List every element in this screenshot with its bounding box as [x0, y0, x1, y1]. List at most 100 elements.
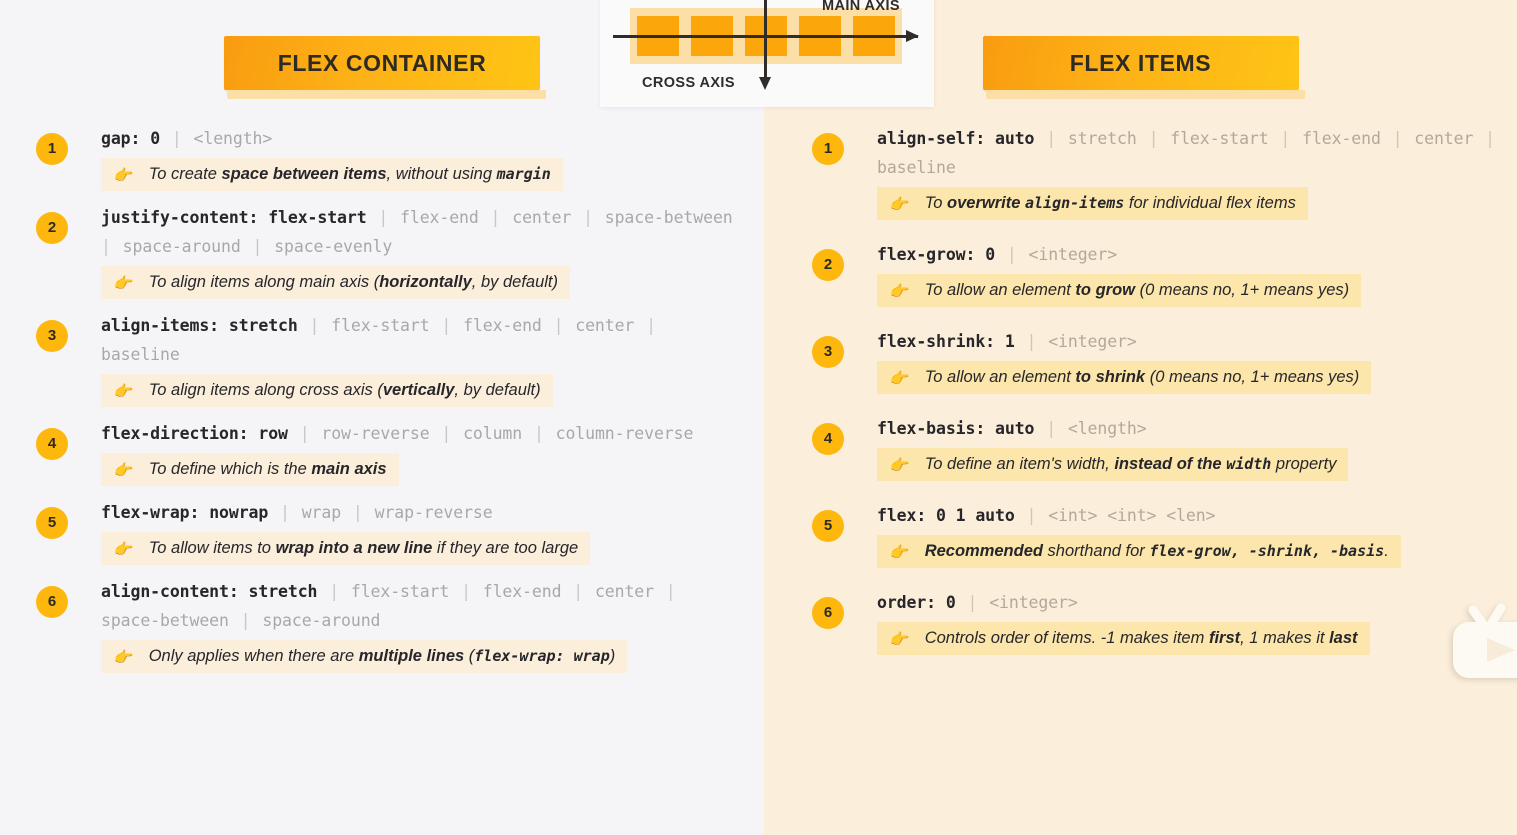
- property-alt-value: row-reverse: [321, 424, 430, 443]
- property-default-value: auto: [995, 129, 1035, 148]
- hint-text: Only applies when there are multiple lin…: [148, 647, 616, 665]
- property-default-value: stretch: [248, 582, 318, 601]
- property-alt-value: center: [594, 582, 654, 601]
- value-separator: |: [1138, 129, 1169, 148]
- property-entry: 5 flex-wrap: nowrap | wrap | wrap-reverse…: [36, 498, 744, 565]
- property-declaration: flex: 0 1 auto | <int> <int> <len>: [877, 501, 1499, 530]
- property-alt-value: <length>: [1067, 419, 1147, 438]
- value-separator: |: [573, 208, 603, 227]
- property-hint: 👉 To allow items to wrap into a new line …: [101, 532, 591, 565]
- hint-text: To align items along main axis (horizont…: [148, 273, 559, 291]
- value-separator: |: [1016, 332, 1047, 351]
- property-alt-value: wrap: [301, 503, 342, 522]
- property-default-value: 0: [945, 593, 956, 612]
- value-separator: |: [431, 424, 462, 443]
- property-entry: 5 flex: 0 1 auto | <int> <int> <len> 👉 Reco…: [812, 501, 1499, 568]
- property-alt-value: center: [512, 208, 572, 227]
- flexbox-cheatsheet: FLEX CONTAINER 1 gap: 0 | <length> 👉 To cre…: [0, 0, 1517, 835]
- value-separator: |: [1382, 129, 1413, 148]
- main-axis-label: MAIN AXIS: [822, 0, 900, 14]
- property-declaration: order: 0 | <integer>: [877, 588, 1499, 617]
- value-separator: |: [563, 582, 593, 601]
- pointing-hand-icon: 👉: [889, 282, 908, 300]
- property-alt-value: baseline: [101, 345, 180, 364]
- property-number-badge[interactable]: 3: [812, 336, 844, 368]
- property-key: gap:: [101, 129, 141, 148]
- value-separator: |: [1475, 129, 1495, 148]
- property-alt-value: flex-end: [482, 582, 562, 601]
- property-key: align-self:: [877, 129, 986, 148]
- property-number-badge[interactable]: 6: [36, 586, 68, 618]
- property-entry: 4 flex-basis: auto | <length> 👉 To define a…: [812, 414, 1499, 481]
- property-alt-value: flex-start: [1170, 129, 1269, 148]
- pointing-hand-icon: 👉: [113, 648, 132, 666]
- value-separator: |: [957, 593, 988, 612]
- value-separator: |: [524, 424, 554, 443]
- property-number-badge[interactable]: 6: [812, 597, 844, 629]
- property-alt-value: <integer>: [1048, 332, 1137, 351]
- property-number-badge[interactable]: 4: [812, 423, 844, 455]
- pointing-hand-icon: 👉: [113, 382, 132, 400]
- property-default-value: stretch: [228, 316, 298, 335]
- property-number-badge[interactable]: 5: [812, 510, 844, 542]
- property-number-badge[interactable]: 3: [36, 320, 68, 352]
- property-key: flex-direction:: [101, 424, 249, 443]
- property-default-value: flex-start: [268, 208, 367, 227]
- property-hint: 👉 Recommended shorthand for flex-grow, -s…: [877, 535, 1401, 568]
- property-entry: 2 flex-grow: 0 | <integer> 👉 To allow an el…: [812, 240, 1499, 307]
- property-declaration: justify-content: flex-start | flex-end |…: [101, 203, 744, 261]
- value-separator: |: [289, 424, 320, 443]
- flex-container-title-button[interactable]: FLEX CONTAINER: [224, 36, 546, 99]
- property-hint: 👉 Controls order of items. -1 makes item …: [877, 622, 1370, 655]
- flex-items-column: FLEX ITEMS 1 align-self: auto | stretch |…: [764, 0, 1517, 835]
- value-separator: |: [299, 316, 330, 335]
- property-alt-value: flex-end: [400, 208, 479, 227]
- value-separator: |: [1270, 129, 1301, 148]
- cross-axis-label: CROSS AXIS: [642, 75, 735, 91]
- axis-diagram-panel: MAIN AXIS CROSS AXIS: [600, 0, 934, 107]
- property-number-badge[interactable]: 1: [36, 133, 68, 165]
- property-declaration: flex-basis: auto | <length>: [877, 414, 1499, 443]
- property-number-badge[interactable]: 1: [812, 133, 844, 165]
- property-entry: 1 align-self: auto | stretch | flex-start…: [812, 124, 1499, 220]
- property-alt-value: center: [575, 316, 635, 335]
- hint-text: To allow an element to shrink (0 means n…: [924, 368, 1360, 386]
- property-entry: 4 flex-direction: row | row-reverse | col…: [36, 419, 744, 486]
- hint-text: To align items along cross axis (vertica…: [148, 381, 541, 399]
- property-default-value: row: [258, 424, 288, 443]
- value-separator: |: [655, 582, 676, 601]
- property-hint: 👉 To create space between items, without …: [101, 158, 563, 191]
- hint-text: To define an item's width, instead of th…: [924, 455, 1337, 473]
- value-separator: |: [431, 316, 462, 335]
- property-entry: 3 align-items: stretch | flex-start | fle…: [36, 311, 744, 407]
- property-alt-value: <length>: [193, 129, 273, 148]
- property-number-badge[interactable]: 2: [812, 249, 844, 281]
- value-separator: |: [480, 208, 511, 227]
- property-number-badge[interactable]: 5: [36, 507, 68, 539]
- property-alt-value: stretch: [1067, 129, 1137, 148]
- property-hint: 👉 To align items along main axis (horizon…: [101, 266, 571, 299]
- property-key: order:: [877, 593, 937, 612]
- property-declaration: align-items: stretch | flex-start | flex…: [101, 311, 744, 369]
- property-key: align-content:: [101, 582, 239, 601]
- property-number-badge[interactable]: 2: [36, 212, 68, 244]
- value-separator: |: [270, 503, 300, 522]
- value-separator: |: [242, 237, 273, 256]
- property-declaration: flex-grow: 0 | <integer>: [877, 240, 1499, 269]
- flex-items-title-button[interactable]: FLEX ITEMS: [982, 36, 1305, 99]
- property-default-value: 0: [985, 245, 996, 264]
- tv-play-icon[interactable]: [1443, 600, 1517, 688]
- property-alt-value: flex-start: [350, 582, 450, 601]
- property-entry: 2 justify-content: flex-start | flex-end …: [36, 203, 744, 299]
- value-separator: |: [230, 611, 261, 630]
- property-hint: 👉 To align items along cross axis (vertic…: [101, 374, 553, 407]
- property-entry: 6 align-content: stretch | flex-start | f…: [36, 577, 744, 673]
- property-alt-value: flex-end: [463, 316, 542, 335]
- hint-text: To define which is the main axis: [148, 460, 387, 478]
- property-hint: 👉 To allow an element to shrink (0 means …: [877, 361, 1372, 394]
- flex-container-property-list: 1 gap: 0 | <length> 👉 To create space betwe…: [0, 124, 764, 685]
- property-key: flex-shrink:: [877, 332, 996, 351]
- property-hint: 👉 Only applies when there are multiple li…: [101, 640, 628, 673]
- property-alt-value: <int> <int> <len>: [1048, 506, 1216, 525]
- property-number-badge[interactable]: 4: [36, 428, 68, 460]
